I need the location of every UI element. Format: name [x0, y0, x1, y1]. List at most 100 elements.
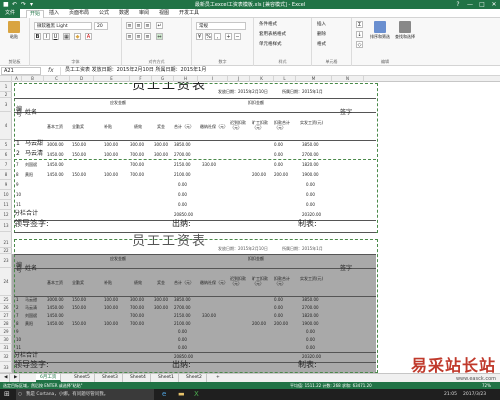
paste-button[interactable]: 粘贴: [4, 21, 24, 39]
row-header[interactable]: 28: [0, 320, 12, 328]
table-title: 员工工资表: [132, 82, 208, 93]
font-group: 微软雅黑 Light 20 B I U ▦ ◆ A 字体: [30, 18, 122, 66]
tab-home[interactable]: 开始: [26, 10, 45, 18]
row-header[interactable]: 33: [0, 362, 12, 373]
col-bonus: 补贴: [104, 124, 112, 129]
font-name-select[interactable]: 微软雅黑 Light: [34, 22, 92, 30]
font-size-select[interactable]: 20: [94, 22, 108, 30]
autosum-icon[interactable]: Σ: [356, 21, 363, 28]
sheet-tab[interactable]: Sheet2: [182, 374, 207, 382]
percent-icon[interactable]: %: [205, 33, 212, 40]
prev-sheet-icon[interactable]: ◀: [0, 374, 10, 382]
col-name-header: 姓名: [25, 109, 38, 116]
sheet-tab[interactable]: Sheet5: [70, 374, 95, 382]
decrease-decimal-icon[interactable]: −: [234, 33, 241, 40]
row-header[interactable]: 8: [0, 170, 12, 180]
comma-icon[interactable]: ,: [214, 33, 221, 40]
currency-icon[interactable]: ¥: [196, 33, 203, 40]
row-header[interactable]: 12: [0, 210, 12, 220]
tab-formulas[interactable]: 公式: [96, 10, 112, 17]
bold-button[interactable]: B: [34, 33, 41, 40]
row-header[interactable]: 10: [0, 190, 12, 200]
format-cells-button[interactable]: 格式: [315, 41, 349, 49]
tab-page-layout[interactable]: 页面布局: [66, 10, 92, 17]
font-color-icon[interactable]: A: [85, 33, 92, 40]
border-icon[interactable]: ▦: [63, 33, 70, 40]
italic-button[interactable]: I: [43, 33, 50, 40]
row-header[interactable]: 31: [0, 344, 12, 352]
align-center-icon[interactable]: ≡: [135, 33, 142, 40]
clear-icon[interactable]: ◇: [356, 41, 363, 48]
start-icon[interactable]: ⊞: [4, 389, 10, 400]
fill-icon[interactable]: ↓: [356, 31, 363, 38]
align-right-icon[interactable]: ≡: [144, 33, 151, 40]
table-format-button[interactable]: 套用表格格式: [257, 31, 309, 39]
row-header[interactable]: 21: [0, 238, 12, 248]
wrap-text-icon[interactable]: ↵: [156, 22, 163, 29]
explorer-icon[interactable]: ▬: [178, 389, 185, 400]
sheet-tab-active[interactable]: 6月工资: [36, 374, 62, 382]
row-header[interactable]: 29: [0, 328, 12, 336]
worksheet-grid[interactable]: 员工工资表 发放日期：2015年2月10日 所属日期：2015年1月 编号 姓名…: [12, 82, 500, 373]
tab-review[interactable]: 审阅: [136, 10, 152, 17]
row-header[interactable]: 3: [0, 98, 12, 112]
row-header[interactable]: 11: [0, 200, 12, 210]
formula-input[interactable]: 员工工资表 发放日期：2015年2月10日 所属日期：2015年1月: [60, 67, 498, 75]
number-group: 常规 ¥ % , + − 数字: [192, 18, 254, 66]
merge-center-icon[interactable]: ⇔: [156, 33, 163, 40]
deduct-group-header: 扣扣金额: [248, 256, 264, 261]
find-select-button[interactable]: 查找和选择: [393, 21, 417, 39]
row-header[interactable]: 24: [0, 268, 12, 296]
cashier-label: 出纳:: [172, 360, 191, 369]
window-title: 最新员工excel工资表模板.xls [兼容模式] - Excel: [194, 2, 306, 8]
fill-color-icon[interactable]: ◆: [74, 33, 81, 40]
help-button[interactable]: ?: [452, 0, 464, 9]
tab-data[interactable]: 数据: [116, 10, 132, 17]
row-header[interactable]: 4: [0, 112, 12, 140]
delete-cells-button[interactable]: 删除: [315, 31, 349, 39]
sheet-tab[interactable]: Sheet1: [154, 374, 179, 382]
align-top-icon[interactable]: ≡: [126, 22, 133, 29]
align-left-icon[interactable]: ≡: [126, 33, 133, 40]
align-middle-icon[interactable]: ≡: [135, 22, 142, 29]
maximize-button[interactable]: □: [476, 0, 488, 9]
row-header[interactable]: 1: [0, 82, 12, 92]
tab-developer[interactable]: 开发工具: [176, 10, 202, 17]
row-header[interactable]: 26: [0, 304, 12, 312]
conditional-format-button[interactable]: 条件格式: [257, 21, 309, 29]
underline-button[interactable]: U: [52, 33, 59, 40]
align-bottom-icon[interactable]: ≡: [144, 22, 151, 29]
row-header[interactable]: 23: [0, 254, 12, 268]
name-box[interactable]: A21: [1, 67, 41, 75]
tab-view[interactable]: 视图: [156, 10, 172, 17]
excel-icon[interactable]: X: [194, 389, 199, 400]
cortana-search[interactable]: ○ 我是 Cortana，小娜。有问题尽管问我。: [16, 389, 154, 400]
row-header[interactable]: 9: [0, 180, 12, 190]
add-sheet-button[interactable]: +: [212, 374, 224, 382]
tab-file[interactable]: 文件: [0, 9, 21, 18]
row-header[interactable]: 13: [0, 220, 12, 232]
row-header[interactable]: 5: [0, 140, 12, 150]
insert-cells-button[interactable]: 插入: [315, 21, 349, 29]
fx-icon[interactable]: fx: [48, 67, 54, 74]
sheet-tab[interactable]: Sheet4: [126, 374, 151, 382]
row-header[interactable]: 27: [0, 312, 12, 320]
row-header[interactable]: 6: [0, 150, 12, 160]
row-header[interactable]: 32: [0, 352, 12, 362]
minimize-button[interactable]: —: [464, 0, 476, 9]
increase-decimal-icon[interactable]: +: [225, 33, 232, 40]
edge-icon[interactable]: e: [162, 389, 166, 400]
close-button[interactable]: ✕: [488, 0, 500, 9]
next-sheet-icon[interactable]: ▶: [10, 374, 20, 382]
tab-insert[interactable]: 插入: [46, 10, 62, 17]
number-format-select[interactable]: 常规: [196, 22, 246, 30]
row-header[interactable]: 7: [0, 160, 12, 170]
formula-bar: A21 fx 员工工资表 发放日期：2015年2月10日 所属日期：2015年1…: [0, 66, 500, 76]
sheet-tab[interactable]: Sheet3: [98, 374, 123, 382]
sort-filter-button[interactable]: 排序和筛选: [368, 21, 392, 39]
row-header[interactable]: 25: [0, 296, 12, 304]
row-header[interactable]: 30: [0, 336, 12, 344]
zoom-level[interactable]: 72%: [482, 382, 491, 389]
cell-style-button[interactable]: 单元格样式: [257, 41, 309, 49]
leader-sign-label: 领导签字:: [14, 219, 49, 228]
